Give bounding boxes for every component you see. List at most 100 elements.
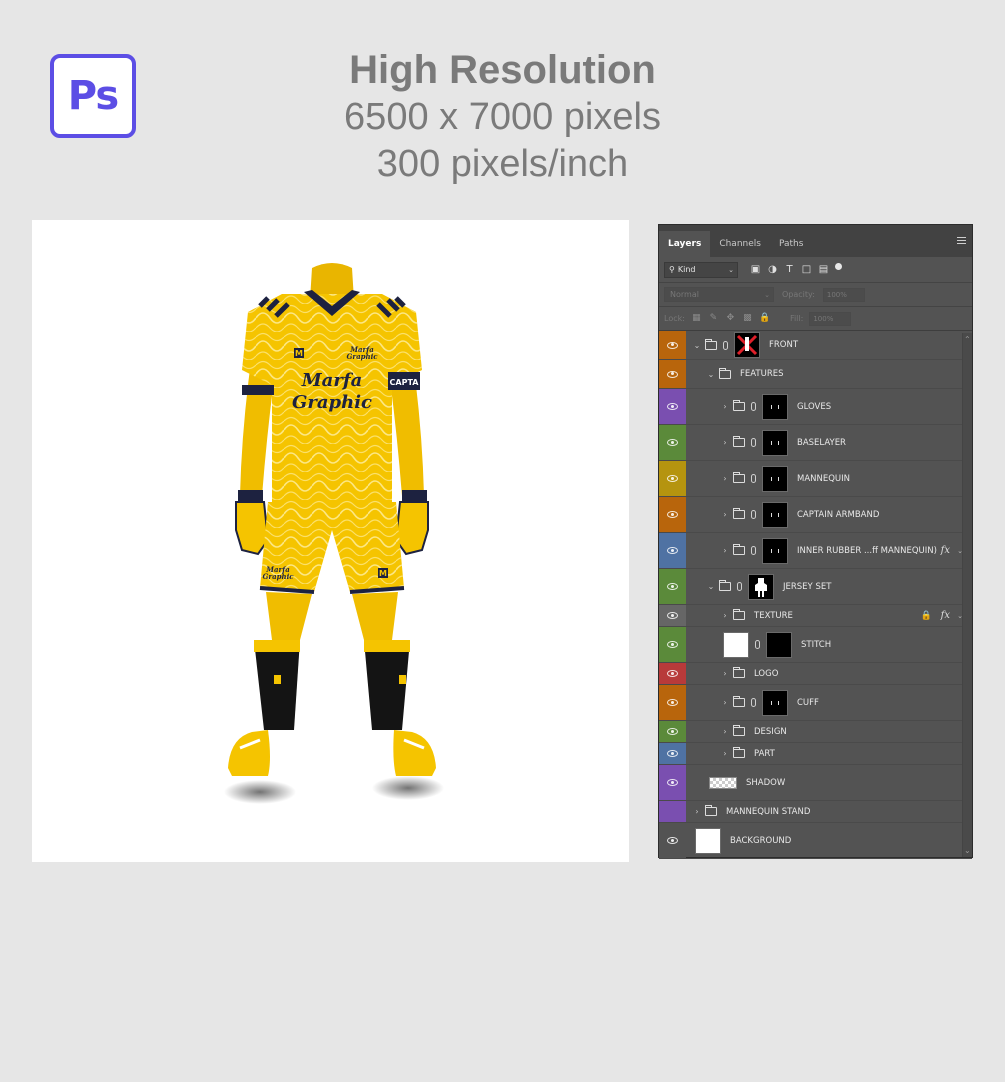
visibility-eye-icon[interactable] bbox=[667, 750, 678, 757]
link-icon[interactable] bbox=[751, 402, 756, 411]
link-icon[interactable] bbox=[755, 640, 760, 649]
chevron-right-icon[interactable]: › bbox=[720, 402, 730, 411]
layer-name[interactable]: FRONT bbox=[769, 340, 798, 350]
link-icon[interactable] bbox=[751, 474, 756, 483]
link-icon[interactable] bbox=[751, 546, 756, 555]
layer-name[interactable]: TEXTURE bbox=[754, 611, 793, 621]
layer-row[interactable]: › DESIGN bbox=[659, 721, 972, 743]
layer-name[interactable]: JERSEY SET bbox=[783, 582, 831, 592]
tab-channels[interactable]: Channels bbox=[710, 231, 770, 257]
link-icon[interactable] bbox=[737, 582, 742, 591]
layer-name[interactable]: STITCH bbox=[801, 640, 831, 650]
lock-all-icon[interactable]: 🔒 bbox=[759, 313, 770, 324]
chevron-down-icon[interactable]: ⌄ bbox=[706, 370, 716, 379]
layer-row[interactable]: ⌄ FRONT bbox=[659, 331, 972, 360]
layer-row[interactable]: › MANNEQUIN bbox=[659, 461, 972, 497]
filter-kind-select[interactable]: ⚲ Kind ⌄ bbox=[664, 261, 738, 278]
visibility-eye-icon[interactable] bbox=[667, 370, 678, 378]
visibility-eye-icon[interactable] bbox=[667, 583, 678, 590]
opacity-input[interactable]: 100% bbox=[822, 287, 865, 302]
filter-toggle-icon[interactable] bbox=[835, 263, 842, 270]
lock-artboard-icon[interactable]: ▩ bbox=[742, 313, 753, 324]
type-filter-icon[interactable]: T bbox=[784, 264, 795, 275]
layer-row[interactable]: › INNER RUBBER ...ff MANNEQUIN) fx ⌄ bbox=[659, 533, 972, 569]
shape-filter-icon[interactable]: □ bbox=[801, 264, 812, 275]
layer-name[interactable]: FEATURES bbox=[740, 369, 784, 379]
chevron-right-icon[interactable]: › bbox=[720, 669, 730, 678]
layer-row[interactable]: › LOGO bbox=[659, 663, 972, 685]
layer-name[interactable]: GLOVES bbox=[797, 402, 831, 412]
scroll-down-icon[interactable]: ⌄ bbox=[964, 846, 971, 855]
layer-name[interactable]: MANNEQUIN bbox=[797, 474, 850, 484]
lock-paint-icon[interactable]: ✎ bbox=[708, 313, 719, 324]
layer-row[interactable]: › TEXTURE 🔒 fx ⌄ bbox=[659, 605, 972, 627]
layer-name[interactable]: CAPTAIN ARMBAND bbox=[797, 510, 879, 520]
chevron-right-icon[interactable]: › bbox=[720, 698, 730, 707]
chevron-right-icon[interactable]: › bbox=[720, 749, 730, 758]
layer-row[interactable]: ⌄ FEATURES bbox=[659, 360, 972, 389]
layer-row[interactable]: STITCH bbox=[659, 627, 972, 663]
layer-effects-icon[interactable]: fx bbox=[941, 610, 950, 621]
layer-name[interactable]: BASELAYER bbox=[797, 438, 846, 448]
layer-name[interactable]: CUFF bbox=[797, 698, 819, 708]
tab-paths[interactable]: Paths bbox=[770, 231, 812, 257]
visibility-eye-icon[interactable] bbox=[667, 439, 678, 446]
layers-list: ⌄ FRONT ⌄ FEATURES › GLOVES › BASELAYER › MANNEQU… bbox=[659, 331, 972, 859]
layer-row[interactable]: › GLOVES bbox=[659, 389, 972, 425]
layer-row[interactable]: › CAPTAIN ARMBAND bbox=[659, 497, 972, 533]
lock-transparent-icon[interactable]: ▦ bbox=[691, 313, 702, 324]
visibility-eye-icon[interactable] bbox=[667, 475, 678, 482]
visibility-eye-icon[interactable] bbox=[667, 779, 678, 786]
chevron-right-icon[interactable]: › bbox=[720, 546, 730, 555]
visibility-eye-icon[interactable] bbox=[667, 808, 678, 815]
visibility-eye-icon[interactable] bbox=[667, 547, 678, 554]
layer-row[interactable]: ⌄ JERSEY SET bbox=[659, 569, 972, 605]
smart-object-filter-icon[interactable]: ▤ bbox=[818, 264, 829, 275]
layer-row[interactable]: › BASELAYER bbox=[659, 425, 972, 461]
layer-row[interactable]: › MANNEQUIN STAND bbox=[659, 801, 972, 823]
visibility-eye-icon[interactable] bbox=[667, 341, 678, 349]
chevron-right-icon[interactable]: › bbox=[720, 474, 730, 483]
visibility-eye-icon[interactable] bbox=[667, 837, 678, 844]
layer-name[interactable]: MANNEQUIN STAND bbox=[726, 807, 810, 817]
layer-name[interactable]: DESIGN bbox=[754, 727, 787, 737]
layer-name[interactable]: LOGO bbox=[754, 669, 778, 679]
layer-thumbnail bbox=[762, 501, 788, 528]
chevron-right-icon[interactable]: › bbox=[720, 727, 730, 736]
visibility-eye-icon[interactable] bbox=[667, 403, 678, 410]
fill-input[interactable]: 100% bbox=[809, 311, 852, 326]
pixel-filter-icon[interactable]: ▣ bbox=[750, 264, 761, 275]
scroll-up-icon[interactable]: ⌃ bbox=[964, 335, 971, 344]
link-icon[interactable] bbox=[751, 510, 756, 519]
layer-row[interactable]: SHADOW bbox=[659, 765, 972, 801]
layer-name[interactable]: INNER RUBBER ...ff MANNEQUIN) bbox=[797, 546, 937, 556]
layer-name[interactable]: SHADOW bbox=[746, 778, 785, 788]
layer-row[interactable]: › CUFF bbox=[659, 685, 972, 721]
visibility-eye-icon[interactable] bbox=[667, 641, 678, 648]
layers-scrollbar[interactable]: ⌃ ⌄ bbox=[962, 333, 972, 857]
layer-name[interactable]: PART bbox=[754, 749, 775, 759]
blend-mode-select[interactable]: Normal ⌄ bbox=[664, 287, 774, 302]
layer-row[interactable]: › PART bbox=[659, 743, 972, 765]
layer-effects-icon[interactable]: fx bbox=[941, 545, 950, 556]
layer-row[interactable]: BACKGROUND bbox=[659, 823, 972, 859]
lock-move-icon[interactable]: ✥ bbox=[725, 313, 736, 324]
layer-name[interactable]: BACKGROUND bbox=[730, 836, 791, 846]
tab-layers[interactable]: Layers bbox=[659, 231, 711, 257]
visibility-eye-icon[interactable] bbox=[667, 612, 678, 619]
chevron-right-icon[interactable]: › bbox=[720, 611, 730, 620]
chevron-right-icon[interactable]: › bbox=[720, 510, 730, 519]
chevron-down-icon[interactable]: ⌄ bbox=[692, 341, 702, 350]
link-icon[interactable] bbox=[751, 698, 756, 707]
adjustment-filter-icon[interactable]: ◑ bbox=[767, 264, 778, 275]
link-icon[interactable] bbox=[723, 340, 728, 350]
chevron-down-icon[interactable]: ⌄ bbox=[706, 582, 716, 591]
visibility-eye-icon[interactable] bbox=[667, 728, 678, 735]
chevron-right-icon[interactable]: › bbox=[720, 438, 730, 447]
chevron-right-icon[interactable]: › bbox=[692, 807, 702, 816]
visibility-eye-icon[interactable] bbox=[667, 670, 678, 677]
visibility-eye-icon[interactable] bbox=[667, 511, 678, 518]
panel-menu-icon[interactable] bbox=[957, 237, 966, 244]
link-icon[interactable] bbox=[751, 438, 756, 447]
visibility-eye-icon[interactable] bbox=[667, 699, 678, 706]
